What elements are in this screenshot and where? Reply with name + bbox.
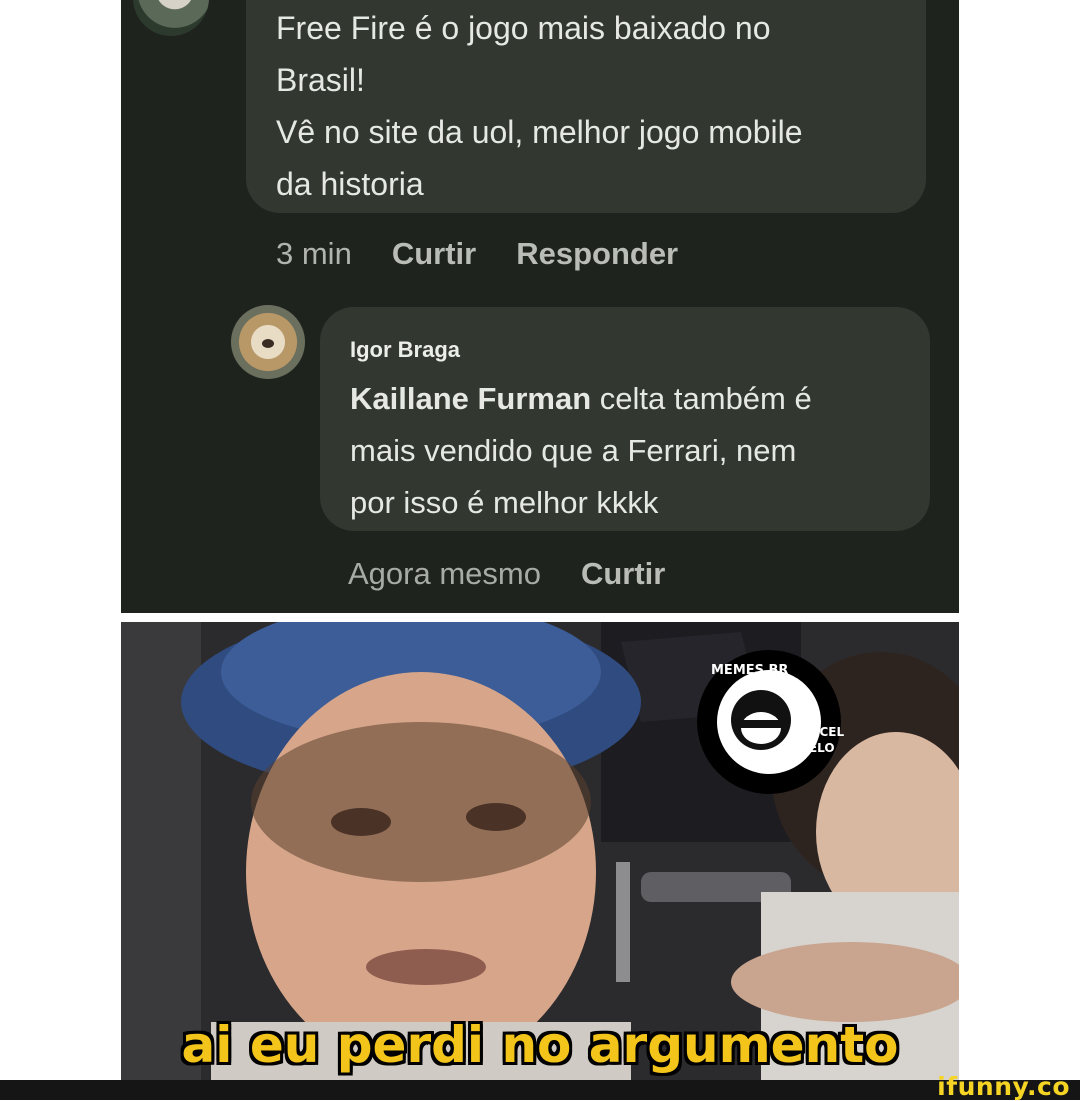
comment-line: Brasil! (276, 62, 365, 98)
meme-caption: ai eu perdi no argumento (181, 1016, 899, 1074)
reply-text: Kaillane Furman celta também é mais vend… (350, 373, 910, 529)
reply-button[interactable]: Responder (516, 236, 678, 271)
watermark-ring-text: MEMES BR (711, 663, 788, 678)
comment-line: da historia (276, 166, 424, 202)
meme-photo-illustration: MEMES BR MARCEL MELO (121, 622, 959, 1080)
reply-line: mais vendido que a Ferrari, nem (350, 433, 797, 468)
reply-bubble: Igor Braga Kaillane Furman celta também … (320, 307, 930, 531)
comment-timestamp: 3 min (276, 236, 352, 271)
like-button[interactable]: Curtir (392, 236, 476, 271)
comment-thread: Free Fire é o jogo mais baixado no Brasi… (121, 0, 959, 613)
reply-author-avatar[interactable] (231, 305, 305, 379)
ifunny-logo[interactable]: ifunny.co (937, 1072, 1070, 1101)
like-button[interactable]: Curtir (581, 556, 665, 591)
meme-image: MEMES BR MARCEL MELO ai eu perdi no argu… (121, 622, 959, 1080)
ifunny-footer: ifunny.co (0, 1072, 1080, 1101)
comment-actions: 3 min Curtir Responder (276, 236, 678, 272)
watermark-name: MARCEL (789, 725, 844, 739)
comment-line: Free Fire é o jogo mais baixado no (276, 10, 771, 46)
comment-bubble: Free Fire é o jogo mais baixado no Brasi… (246, 0, 926, 213)
mention-link[interactable]: Kaillane Furman (350, 381, 591, 416)
reply-actions: Agora mesmo Curtir (348, 556, 665, 592)
commenter-avatar[interactable] (133, 0, 209, 36)
comment-text: Free Fire é o jogo mais baixado no Brasi… (276, 2, 896, 210)
reply-timestamp: Agora mesmo (348, 556, 541, 591)
reply-author-name[interactable]: Igor Braga (350, 337, 460, 363)
comment-line: Vê no site da uol, melhor jogo mobile (276, 114, 803, 150)
reply-line-rest: celta também é (591, 381, 812, 416)
watermark-name: MELO (797, 741, 835, 755)
reply-line: Kaillane Furman celta também é (350, 373, 910, 425)
reply-line: por isso é melhor kkkk (350, 485, 659, 520)
dog-nose (262, 339, 274, 348)
